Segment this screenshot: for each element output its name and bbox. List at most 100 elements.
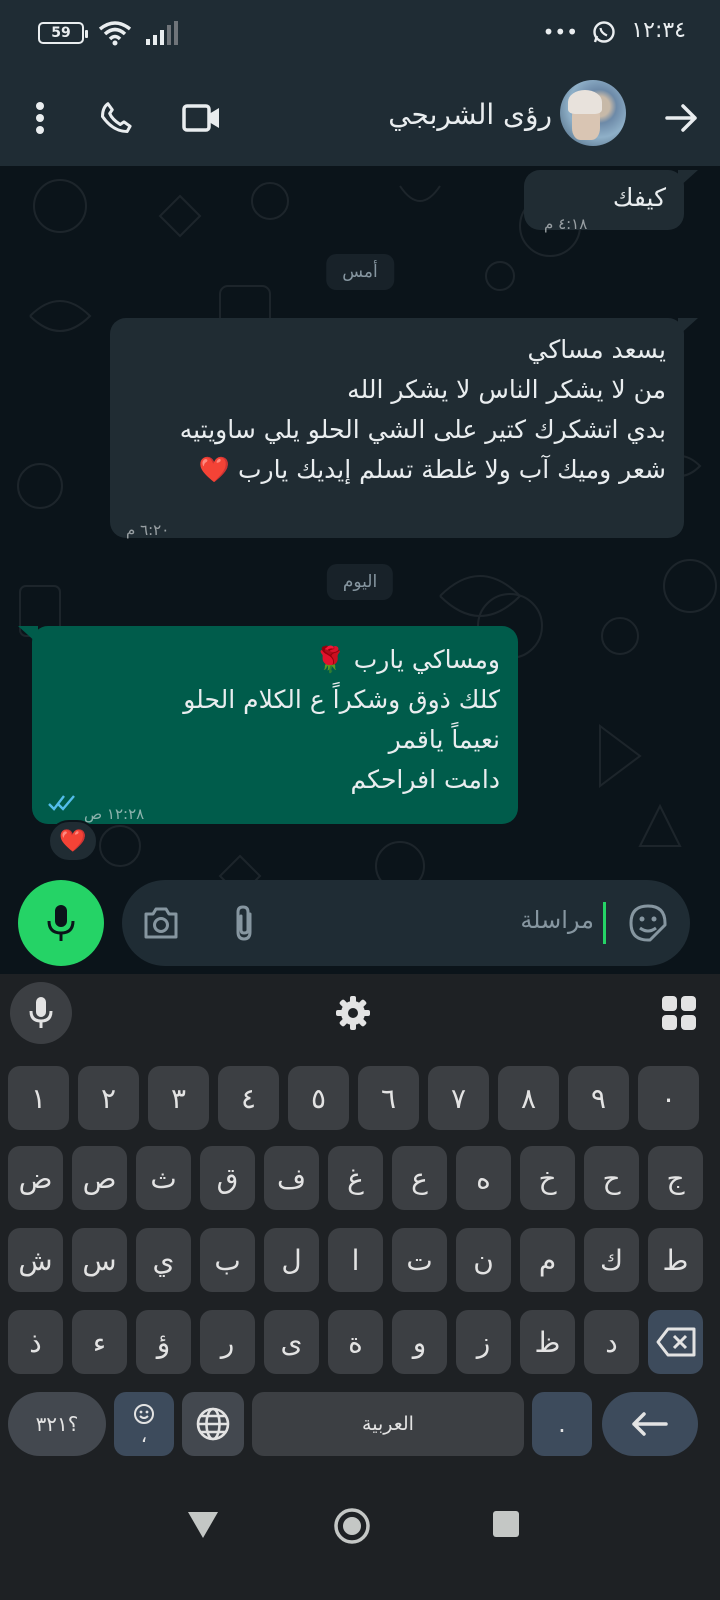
incoming-message-1[interactable]: كيفك ٤:١٨ م <box>524 170 684 233</box>
contact-avatar[interactable] <box>560 80 626 146</box>
message-line: دامت افراحكم <box>350 765 501 794</box>
letter-key[interactable]: ض <box>8 1146 63 1210</box>
key-1[interactable]: ١ <box>8 1066 69 1130</box>
message-time: ٦:٢٠ م <box>126 521 170 539</box>
letter-key[interactable]: ف <box>264 1146 319 1210</box>
key-3[interactable]: ٣ <box>148 1066 209 1130</box>
letter-key[interactable]: ى <box>264 1310 319 1374</box>
key-7[interactable]: ٧ <box>428 1066 489 1130</box>
day-chip-yesterday: أمس <box>326 254 394 290</box>
key-6[interactable]: ٦ <box>358 1066 419 1130</box>
nav-home-icon[interactable] <box>332 1506 372 1546</box>
letter-key[interactable]: ص <box>72 1146 127 1210</box>
letter-key[interactable]: ا <box>328 1228 383 1292</box>
letter-key[interactable]: ة <box>328 1310 383 1374</box>
letter-key[interactable]: ء <box>72 1310 127 1374</box>
letter-key[interactable]: ي <box>136 1228 191 1292</box>
message-line: نعيماً ياقمر <box>388 725 500 754</box>
status-time: ١٢:٣٤ <box>631 18 686 43</box>
letter-key[interactable]: ؤ <box>136 1310 191 1374</box>
letter-key[interactable]: و <box>392 1310 447 1374</box>
read-ticks-icon <box>48 795 75 811</box>
status-right-icons: ••• <box>543 20 616 44</box>
letter-key[interactable]: ث <box>136 1146 191 1210</box>
letter-key[interactable]: ج <box>648 1146 703 1210</box>
chat-header: رؤى الشربجي <box>0 70 720 166</box>
letter-key[interactable]: ع <box>392 1146 447 1210</box>
attach-icon[interactable] <box>232 904 258 944</box>
more-vertical-icon[interactable] <box>16 94 64 142</box>
microphone-icon <box>47 905 75 941</box>
letter-key[interactable]: غ <box>328 1146 383 1210</box>
whatsapp-notification-icon <box>593 21 615 43</box>
key-8[interactable]: ٨ <box>498 1066 559 1130</box>
message-line: بدي اتشكرك كتير على الشي الحلو يلي ساويت… <box>179 415 666 444</box>
period-key[interactable]: . <box>532 1392 592 1456</box>
status-left: 59 <box>38 20 178 46</box>
keyboard-settings-button[interactable] <box>322 982 384 1044</box>
key-0[interactable]: ٠ <box>638 1066 699 1130</box>
nav-back-icon[interactable] <box>186 1510 220 1540</box>
comma-label: ، <box>140 1423 148 1447</box>
globe-icon <box>196 1407 230 1441</box>
letter-key[interactable]: ه <box>456 1146 511 1210</box>
status-bar: 59 ••• ١٢:٣٤ <box>0 0 720 70</box>
message-input[interactable]: مراسلة <box>520 906 594 934</box>
message-line: شعر وميك آب ولا غلطة تسلم إيديك يارب ❤️ <box>198 455 666 484</box>
emoji-icon <box>134 1404 154 1424</box>
key-5[interactable]: ٥ <box>288 1066 349 1130</box>
message-time: ٤:١٨ م <box>544 215 588 233</box>
voice-record-button[interactable] <box>18 880 104 966</box>
bubble-tail-icon <box>678 318 698 336</box>
letter-key[interactable]: ط <box>648 1228 703 1292</box>
outgoing-message-1[interactable]: ومساكي يارب 🌹 كلك ذوق وشكراً ع الكلام ال… <box>32 626 518 824</box>
bubble-tail-icon <box>678 170 698 188</box>
contact-name[interactable]: رؤى الشربجي <box>388 98 552 131</box>
letter-key[interactable]: ك <box>584 1228 639 1292</box>
letter-key[interactable]: س <box>72 1228 127 1292</box>
arrow-forward-icon[interactable] <box>658 94 706 142</box>
nav-recents-icon[interactable] <box>492 1510 520 1538</box>
letter-key[interactable]: ت <box>392 1228 447 1292</box>
more-status-indicator: ••• <box>542 20 578 44</box>
keyboard-voice-button[interactable] <box>10 982 72 1044</box>
letter-key[interactable]: ب <box>200 1228 255 1292</box>
symbols-key[interactable]: ؟٣٢١ <box>8 1392 106 1456</box>
key-9[interactable]: ٩ <box>568 1066 629 1130</box>
letter-key[interactable]: ق <box>200 1146 255 1210</box>
signal-icon <box>146 21 178 45</box>
grid-apps-icon <box>662 996 696 1030</box>
phone-icon[interactable] <box>92 94 140 142</box>
letter-key[interactable]: ش <box>8 1228 63 1292</box>
letter-key[interactable]: ح <box>584 1146 639 1210</box>
letter-key[interactable]: ذ <box>8 1310 63 1374</box>
gear-icon <box>336 996 370 1030</box>
camera-icon[interactable] <box>142 906 180 940</box>
video-call-icon[interactable] <box>178 94 226 142</box>
language-key[interactable] <box>182 1392 244 1456</box>
key-2[interactable]: ٢ <box>78 1066 139 1130</box>
reaction-heart-icon: ❤️ <box>59 828 87 854</box>
letter-key[interactable]: ر <box>200 1310 255 1374</box>
message-line: كيفك <box>612 183 666 212</box>
text-caret <box>603 902 606 944</box>
letter-key[interactable]: ل <box>264 1228 319 1292</box>
letter-key[interactable]: د <box>584 1310 639 1374</box>
letter-key[interactable]: خ <box>520 1146 575 1210</box>
message-composer[interactable]: مراسلة <box>122 880 690 966</box>
chat-area[interactable]: كيفك ٤:١٨ م أمس يسعد مساكي من لا يشكر ال… <box>0 166 720 974</box>
incoming-message-2[interactable]: يسعد مساكي من لا يشكر الناس لا يشكر الله… <box>110 318 684 539</box>
sticker-icon[interactable] <box>628 903 668 943</box>
enter-key[interactable] <box>602 1392 698 1456</box>
letter-key[interactable]: ظ <box>520 1310 575 1374</box>
reaction-badge[interactable]: ❤️ <box>48 820 98 862</box>
wifi-icon <box>98 21 132 46</box>
key-4[interactable]: ٤ <box>218 1066 279 1130</box>
keyboard-apps-button[interactable] <box>648 982 710 1044</box>
letter-key[interactable]: م <box>520 1228 575 1292</box>
letter-key[interactable]: ز <box>456 1310 511 1374</box>
backspace-key[interactable] <box>648 1310 703 1374</box>
letter-key[interactable]: ن <box>456 1228 511 1292</box>
emoji-key[interactable]: ، <box>114 1392 174 1456</box>
space-key[interactable]: العربية <box>252 1392 524 1456</box>
